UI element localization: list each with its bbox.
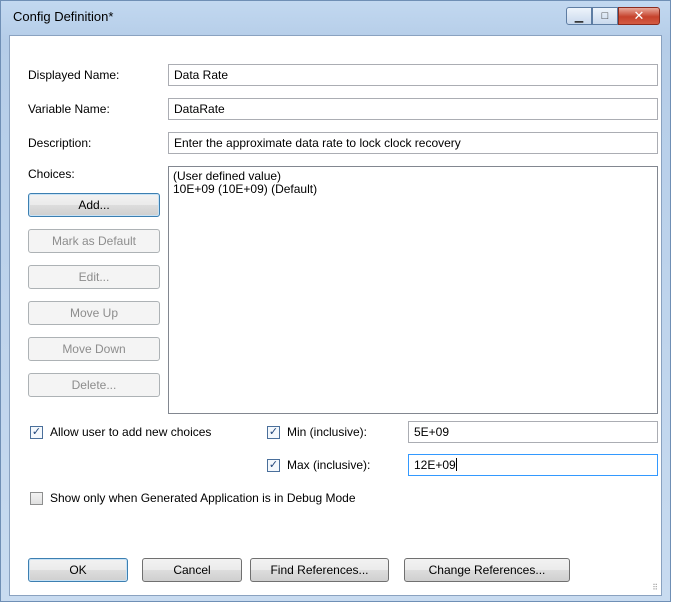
checkmark-icon: ✓ — [268, 459, 279, 471]
max-inclusive-label[interactable]: Max (inclusive): — [287, 458, 370, 472]
min-inclusive-label[interactable]: Min (inclusive): — [287, 425, 367, 439]
maximize-button[interactable]: □ — [592, 7, 618, 25]
maximize-icon: □ — [601, 10, 609, 22]
minimize-icon: ▁ — [574, 10, 584, 23]
dialog-body: Displayed Name: Data Rate Variable Name:… — [9, 35, 662, 596]
resize-grip-icon[interactable]: ⠿ — [652, 584, 658, 592]
description-field[interactable]: Enter the approximate data rate to lock … — [168, 132, 658, 154]
edit-choice-button[interactable]: Edit... — [28, 265, 160, 289]
variable-name-field[interactable]: DataRate — [168, 98, 658, 120]
move-up-button[interactable]: Move Up — [28, 301, 160, 325]
minimize-button[interactable]: ▁ — [566, 7, 592, 25]
close-button[interactable]: ✕ — [618, 7, 660, 25]
ok-button[interactable]: OK — [28, 558, 128, 582]
text-caret — [455, 458, 457, 471]
choices-list[interactable]: (User defined value) 10E+09 (10E+09) (De… — [168, 166, 658, 414]
allow-new-choices-checkbox[interactable]: ✓ — [30, 426, 43, 439]
debug-mode-checkbox[interactable] — [30, 492, 43, 505]
max-value-text: 12E+09 — [414, 458, 456, 472]
delete-choice-button[interactable]: Delete... — [28, 373, 160, 397]
close-icon: ✕ — [633, 8, 645, 23]
change-references-button[interactable]: Change References... — [404, 558, 570, 582]
checkmark-icon: ✓ — [31, 426, 42, 438]
max-value-field[interactable]: 12E+09 — [408, 454, 658, 476]
caption-buttons: ▁ □ ✕ — [566, 7, 660, 27]
add-choice-button[interactable]: Add... — [28, 193, 160, 217]
window-title: Config Definition* — [13, 9, 114, 24]
min-inclusive-checkbox[interactable]: ✓ — [267, 426, 280, 439]
cancel-button[interactable]: Cancel — [142, 558, 242, 582]
choices-label: Choices: — [28, 167, 75, 181]
allow-new-choices-label[interactable]: Allow user to add new choices — [50, 425, 211, 439]
min-value-field[interactable]: 5E+09 — [408, 421, 658, 443]
displayed-name-field[interactable]: Data Rate — [168, 64, 658, 86]
variable-name-label: Variable Name: — [28, 102, 110, 116]
move-down-button[interactable]: Move Down — [28, 337, 160, 361]
debug-mode-label[interactable]: Show only when Generated Application is … — [50, 491, 356, 505]
description-label: Description: — [28, 136, 92, 150]
max-inclusive-checkbox[interactable]: ✓ — [267, 459, 280, 472]
list-item[interactable]: 10E+09 (10E+09) (Default) — [173, 183, 653, 196]
displayed-name-label: Displayed Name: — [28, 68, 120, 82]
title-bar[interactable]: Config Definition* ▁ □ ✕ — [1, 1, 670, 35]
mark-as-default-button[interactable]: Mark as Default — [28, 229, 160, 253]
config-definition-window: Config Definition* ▁ □ ✕ Displayed Name:… — [0, 0, 671, 602]
checkmark-icon: ✓ — [268, 426, 279, 438]
find-references-button[interactable]: Find References... — [250, 558, 389, 582]
